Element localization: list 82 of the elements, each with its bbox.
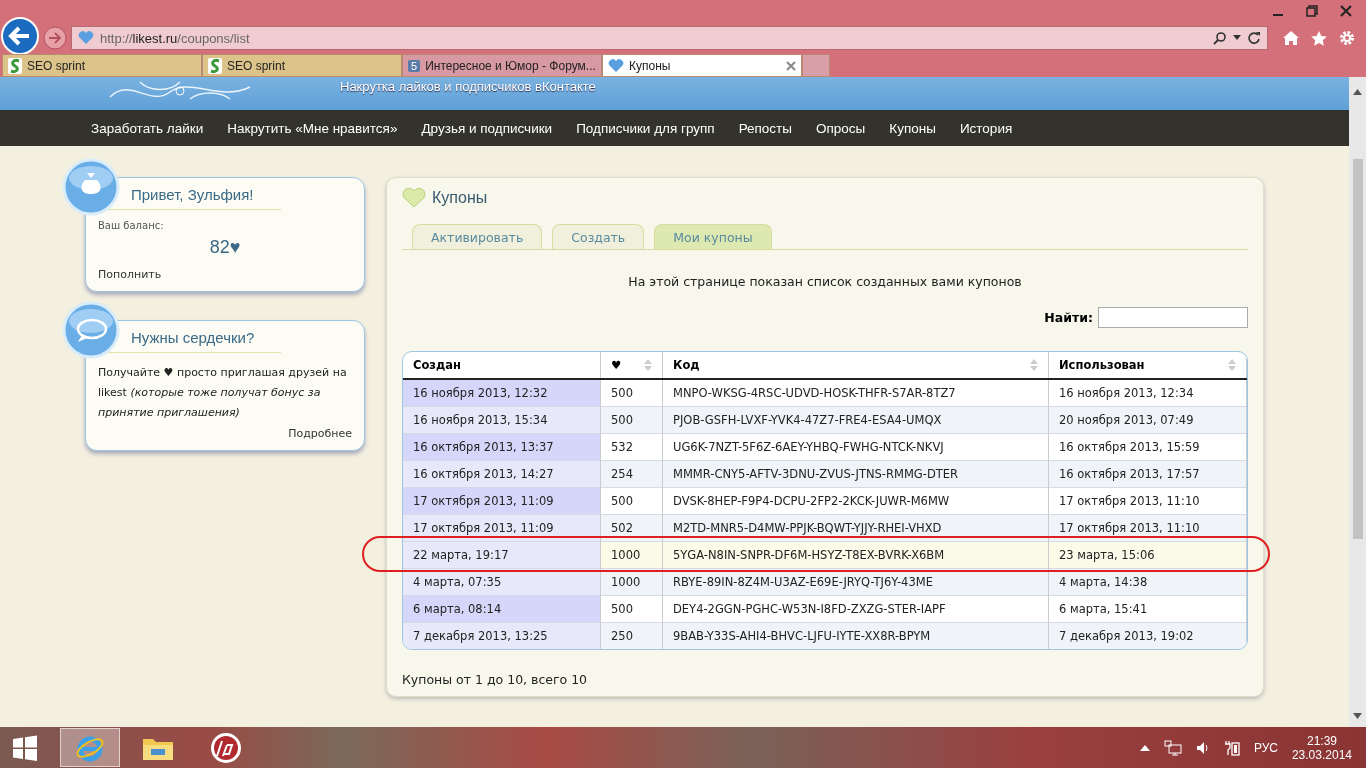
invite-text: Получайте ♥ просто приглашая друзей на likest (которые тоже получат бонус за принятие приглашения) (98, 365, 348, 421)
balance-label: Ваш баланс: (98, 220, 165, 231)
table-cell: 17 октября 2013, 11:09 (403, 487, 601, 515)
network-icon[interactable] (1163, 739, 1182, 756)
windows-logo-icon[interactable] (12, 734, 38, 761)
column-header[interactable]: ♥ (600, 352, 663, 379)
clock-time[interactable]: 21:39 (1306, 733, 1337, 748)
url-text: http://likest.ru/coupons/list (100, 30, 250, 46)
speaker-icon[interactable] (1195, 740, 1210, 755)
panel-title: Купоны (432, 189, 488, 207)
restore-icon[interactable] (1306, 5, 1318, 17)
top-up-link[interactable]: Пополнить (98, 268, 352, 281)
nav-link[interactable]: Друзья и подписчики (421, 120, 553, 136)
close-icon[interactable] (1340, 5, 1352, 17)
nav-link[interactable]: История (959, 120, 1013, 136)
circle-logo-icon (210, 731, 242, 764)
scrollbar[interactable] (1349, 77, 1366, 727)
table-cell: 16 ноября 2013, 15:34 (403, 406, 601, 434)
browser-tab[interactable]: SEO sprint (2, 54, 202, 77)
scroll-down-icon[interactable] (1353, 713, 1362, 719)
table-cell: 6 марта, 08:14 (403, 595, 601, 623)
scroll-up-icon[interactable] (1353, 89, 1362, 95)
clock-date[interactable]: 23.03.2014 (1291, 747, 1352, 762)
table-cell: 250 (600, 622, 663, 649)
table-cell: 5YGA-N8IN-SNPR-DF6M-HSYZ-T8EX-BVRK-X6BM (662, 541, 1049, 569)
s-logo-icon (8, 57, 22, 74)
balance-amount: 82♥ (208, 237, 242, 258)
refresh-icon[interactable] (1247, 31, 1261, 45)
show-hidden-icons-icon[interactable] (1139, 744, 1150, 751)
table-cell: 17 октября 2013, 11:10 (1048, 514, 1247, 542)
table-cell: PJOB-GSFH-LVXF-YVK4-47Z7-FRE4-ESA4-UMQX (662, 406, 1049, 434)
browser-tab[interactable]: 5 Интересное и Юмор - Форум... (402, 54, 602, 77)
table-cell: 1000 (600, 541, 663, 569)
table-cell: 23 марта, 15:06 (1048, 541, 1247, 569)
table-cell: 7 декабря 2013, 13:25 (403, 622, 601, 649)
table-cell: 9BAB-Y33S-AHI4-BHVC-LJFU-IYTE-XX8R-BPYM (662, 622, 1049, 649)
scroll-thumb[interactable] (1352, 159, 1363, 539)
column-header[interactable]: Использован (1048, 352, 1247, 379)
table-cell: 500 (600, 406, 663, 434)
battery-plug-icon[interactable] (1223, 739, 1240, 756)
table-cell: 20 ноября 2013, 07:49 (1048, 406, 1247, 434)
table-cell: 4 марта, 07:35 (403, 568, 601, 596)
home-icon[interactable] (1282, 30, 1300, 46)
table-cell: 17 октября 2013, 11:09 (403, 514, 601, 542)
table-cell: 16 ноября 2013, 12:32 (403, 379, 601, 407)
dropdown-caret-icon[interactable] (1233, 35, 1241, 41)
s-logo-icon (208, 57, 222, 74)
close-tab-icon[interactable] (786, 60, 796, 71)
table-cell: 16 октября 2013, 13:37 (403, 433, 601, 461)
heart-icon (78, 31, 94, 45)
search-label: Найти: (1044, 310, 1093, 325)
intro-text: На этой странице показан список созданных вами купонов (627, 274, 1023, 289)
search-field[interactable] (1098, 307, 1248, 328)
heart-icon (402, 188, 426, 208)
settings-icon[interactable] (1338, 29, 1356, 47)
search-icon[interactable] (1213, 31, 1227, 45)
pagination-info: Купоны от 1 до 10, всего 10 (402, 672, 589, 687)
table-cell: 16 октября 2013, 17:57 (1048, 460, 1247, 488)
nav-link[interactable]: Опросы (816, 120, 866, 136)
nav-link[interactable]: Купоны (889, 120, 936, 136)
table-cell: RBYE-89IN-8Z4M-U3AZ-E69E-JRYQ-TJ6Y-43ME (662, 568, 1049, 596)
nav-link[interactable]: Заработать лайки (91, 120, 204, 136)
table-cell: 16 октября 2013, 14:27 (403, 460, 601, 488)
table-cell: 254 (600, 460, 663, 488)
nav-link[interactable]: Накрутить «Мне нравится» (227, 120, 398, 136)
column-header[interactable]: Код (662, 352, 1049, 379)
nav-link[interactable]: Репосты (738, 120, 792, 136)
table-cell: M2TD-MNR5-D4MW-PPJK-BQWT-YJJY-RHEI-VHXD (662, 514, 1049, 542)
tab-badge: 5 (408, 59, 421, 72)
heart-icon (608, 58, 624, 73)
more-link[interactable]: Подробнее (98, 427, 352, 440)
language-indicator[interactable]: РУС (1253, 740, 1278, 755)
table-cell: MMMR-CNY5-AFTV-3DNU-ZVUS-JTNS-RMMG-DTER (662, 460, 1049, 488)
banner-tagline: Накрутка лайков и подписчиков вКонтакте (340, 79, 596, 94)
favorites-star-icon[interactable] (1310, 29, 1328, 47)
table-cell: 7 декабря 2013, 19:02 (1048, 622, 1247, 649)
address-bar[interactable]: http://likest.ru/coupons/list (71, 26, 1268, 50)
table-cell: 4 марта, 14:38 (1048, 568, 1247, 596)
nav-link[interactable]: Подписчики для групп (576, 120, 715, 136)
table-cell: 22 марта, 19:17 (403, 541, 601, 569)
browser-tab[interactable]: SEO sprint (202, 54, 402, 77)
browser-tab[interactable]: Купоны (602, 54, 802, 77)
